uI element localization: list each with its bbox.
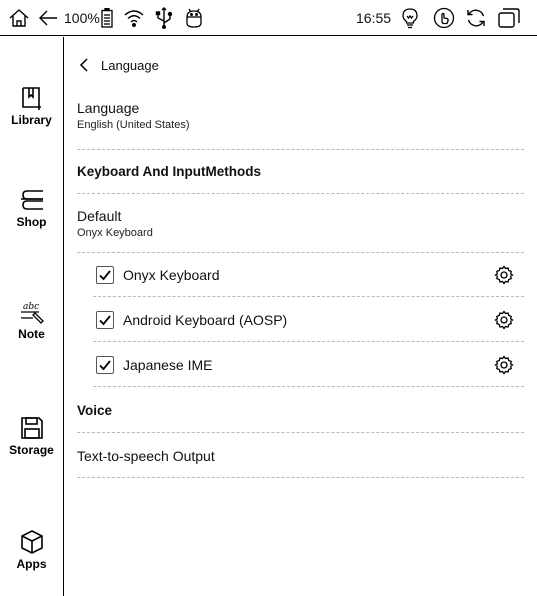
shop-icon — [20, 190, 43, 210]
checkbox[interactable] — [96, 356, 114, 374]
checkbox[interactable] — [96, 311, 114, 329]
apps-cube-icon — [20, 530, 43, 554]
chevron-left-icon — [79, 58, 88, 72]
book-icon — [21, 87, 41, 110]
section-title: Keyboard And InputMethods — [77, 164, 261, 179]
default-title: Default — [77, 208, 122, 224]
input-method-onyx-keyboard[interactable]: Onyx Keyboard — [93, 253, 524, 297]
window-icon[interactable] — [496, 0, 522, 36]
back-arrow-icon[interactable] — [36, 0, 60, 36]
checkmark-icon — [99, 360, 111, 371]
section-keyboard-input: Keyboard And InputMethods — [77, 150, 524, 194]
input-method-japanese-ime[interactable]: Japanese IME — [93, 343, 524, 387]
checkbox[interactable] — [96, 266, 114, 284]
sidebar-item-note[interactable]: abc Note — [0, 299, 63, 361]
note-icon: abc — [20, 302, 44, 324]
page-title: Language — [101, 57, 159, 73]
input-method-android-keyboard[interactable]: Android Keyboard (AOSP) — [93, 298, 524, 342]
section-title: Voice — [77, 403, 113, 418]
sidebar-item-label: Storage — [9, 443, 54, 457]
input-method-label: Onyx Keyboard — [123, 267, 220, 283]
home-icon[interactable] — [6, 0, 32, 36]
battery-icon — [100, 0, 114, 36]
sidebar-item-storage[interactable]: Storage — [0, 415, 63, 477]
gear-icon[interactable] — [494, 310, 514, 330]
clock: 16:55 — [356, 10, 392, 26]
gear-icon[interactable] — [494, 355, 514, 375]
sidebar-item-shop[interactable]: Shop — [0, 187, 63, 249]
svg-text:abc: abc — [23, 302, 39, 312]
tts-output-setting[interactable]: Text-to-speech Output — [77, 433, 524, 478]
gear-icon[interactable] — [494, 265, 514, 285]
refresh-icon[interactable] — [464, 0, 488, 36]
android-debug-icon — [184, 0, 204, 36]
battery-percent: 100% — [64, 10, 100, 26]
input-method-label: Android Keyboard (AOSP) — [123, 312, 288, 328]
back-button[interactable]: Language — [65, 37, 525, 93]
touch-icon[interactable] — [432, 0, 456, 36]
sidebar-item-library[interactable]: Library — [0, 85, 63, 147]
language-value: English (United States) — [77, 119, 190, 131]
sidebar-item-label: Apps — [16, 557, 47, 571]
default-value: Onyx Keyboard — [77, 227, 153, 239]
lightbulb-icon[interactable] — [398, 0, 422, 36]
language-title: Language — [77, 100, 140, 116]
tts-title: Text-to-speech Output — [77, 448, 215, 464]
storage-icon — [20, 417, 43, 439]
sidebar-item-apps[interactable]: Apps — [0, 529, 63, 591]
section-voice: Voice — [77, 388, 524, 433]
usb-icon — [154, 0, 174, 36]
default-keyboard-setting[interactable]: Default Onyx Keyboard — [77, 194, 524, 253]
wifi-icon — [122, 0, 146, 36]
checkmark-icon — [99, 270, 111, 281]
status-bar: 100% 16:55 — [0, 0, 537, 36]
checkmark-icon — [99, 315, 111, 326]
input-method-label: Japanese IME — [123, 357, 213, 373]
sidebar: Library Shop abc Note Storage Apps — [0, 37, 64, 596]
sidebar-item-label: Library — [11, 113, 52, 127]
settings-panel: Language Language English (United States… — [65, 37, 537, 596]
language-setting[interactable]: Language English (United States) — [77, 100, 524, 150]
sidebar-item-label: Note — [18, 327, 45, 341]
sidebar-item-label: Shop — [16, 215, 47, 229]
